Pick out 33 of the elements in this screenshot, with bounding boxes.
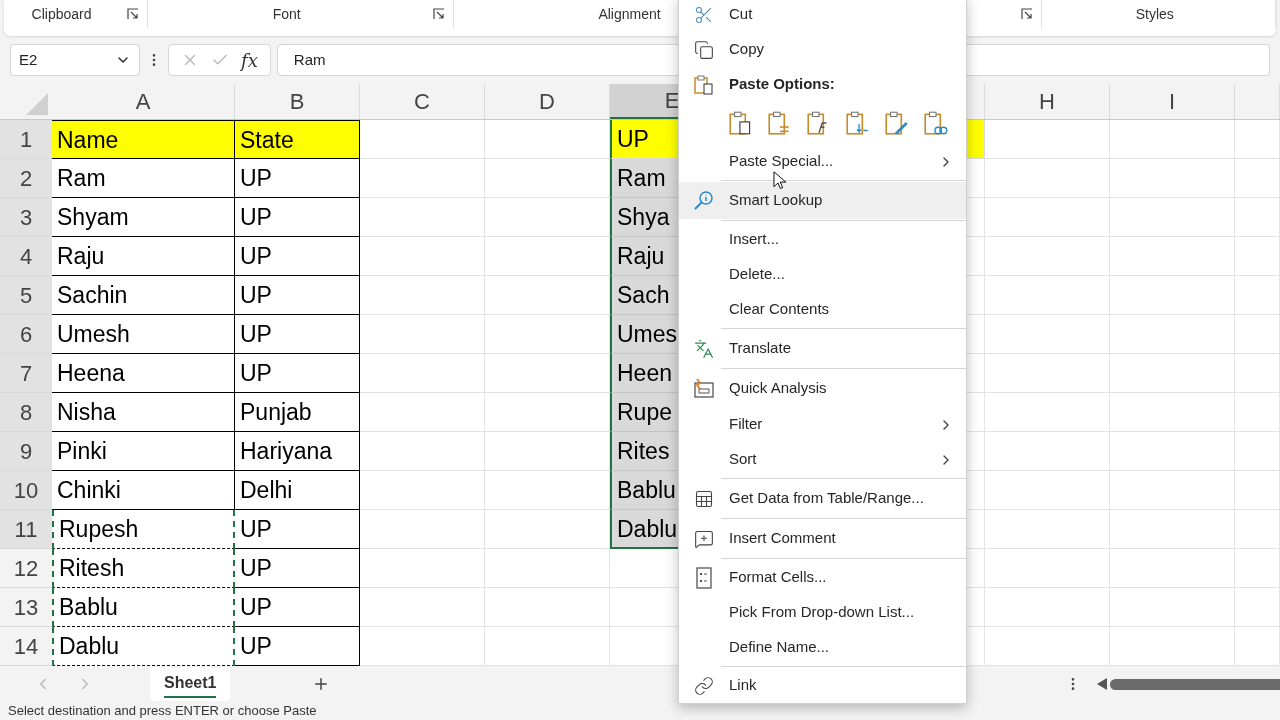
table-cell: Dablu [52, 627, 235, 667]
ribbon-group-label: Styles [1135, 4, 1174, 24]
table-cell: UP [235, 159, 360, 199]
table-cell: Heena [52, 354, 235, 394]
table-cell: Name [52, 120, 235, 160]
table-cell: Bablu [52, 588, 235, 628]
table-cell: UP [235, 315, 360, 355]
table-cell: UP [235, 510, 360, 550]
table-cell: Ritesh [52, 549, 235, 589]
table-cell: State [235, 120, 360, 160]
table-cell: Sachin [52, 276, 235, 316]
table-cell: UP [235, 237, 360, 277]
table-cell: Nisha [52, 393, 235, 433]
table-cell: UP [235, 588, 360, 628]
table-cell: Rupesh [52, 510, 235, 550]
table-cell: Shyam [52, 198, 235, 238]
status-message: Select destination and press ENTER or choose Paste [8, 702, 317, 720]
table-cell: Raju [52, 237, 235, 277]
table-cell: UP [235, 627, 360, 667]
ribbon-group-label: Font [272, 4, 301, 24]
table-cell: Hariyana [235, 432, 360, 472]
table-cell: Umesh [52, 315, 235, 355]
table-cell: UP [235, 354, 360, 394]
table-cell: UP [235, 198, 360, 238]
table-cell: Ram [52, 159, 235, 199]
table-cell: Pinki [52, 432, 235, 472]
table-cell: Punjab [235, 393, 360, 433]
table-cell: UP [235, 549, 360, 589]
table-cell: Delhi [235, 471, 360, 511]
ribbon-group-label: Clipboard [31, 4, 92, 24]
table-cell: Chinki [52, 471, 235, 511]
table-cell: UP [235, 276, 360, 316]
ribbon-group-label: Alignment [598, 4, 661, 24]
